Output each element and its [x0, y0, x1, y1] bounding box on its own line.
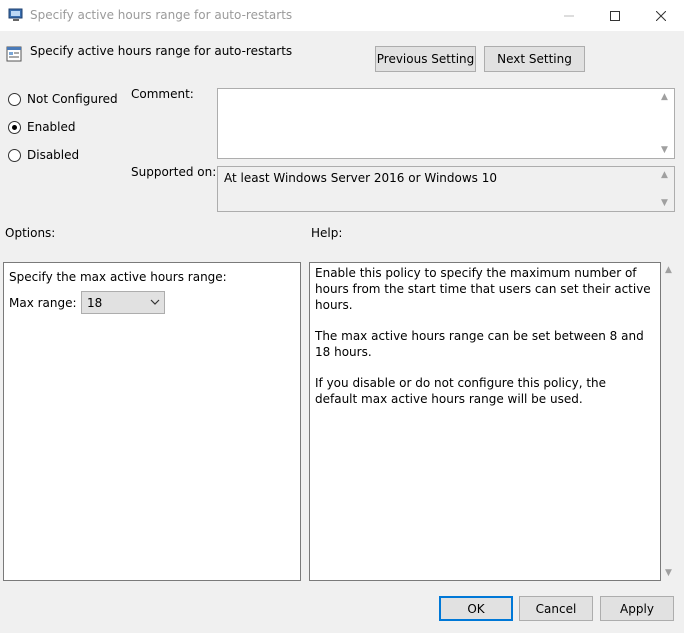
- comment-scrollbar[interactable]: ▲ ▼: [657, 89, 674, 158]
- minimize-icon: [564, 15, 574, 16]
- radio-enabled[interactable]: Enabled: [8, 119, 76, 135]
- help-paragraph: If you disable or do not configure this …: [315, 376, 607, 406]
- supported-on-label: Supported on:: [131, 165, 217, 179]
- help-text: Enable this policy to specify the maximu…: [315, 265, 651, 422]
- window-title: Specify active hours range for auto-rest…: [30, 8, 293, 22]
- help-paragraph: Enable this policy to specify the maximu…: [315, 266, 651, 312]
- supported-on-value: At least Windows Server 2016 or Windows …: [224, 171, 497, 185]
- radio-not-configured[interactable]: Not Configured: [8, 91, 118, 107]
- max-range-dropdown[interactable]: 18: [81, 291, 165, 314]
- options-heading: Specify the max active hours range:: [9, 270, 227, 284]
- chevron-down-icon: [150, 296, 160, 310]
- radio-enabled-circle[interactable]: [8, 120, 21, 134]
- maximize-button[interactable]: [592, 0, 638, 31]
- scroll-down-icon[interactable]: ▼: [661, 145, 668, 155]
- maximize-icon: [610, 10, 620, 21]
- radio-disabled[interactable]: Disabled: [8, 147, 79, 163]
- previous-setting-button[interactable]: Previous Setting: [375, 46, 476, 72]
- help-label: Help:: [311, 226, 343, 240]
- scroll-up-icon[interactable]: ▲: [661, 170, 668, 180]
- max-range-label: Max range:: [9, 296, 77, 310]
- next-setting-button[interactable]: Next Setting: [484, 46, 585, 72]
- supported-on-box: At least Windows Server 2016 or Windows …: [217, 166, 675, 212]
- scroll-down-icon[interactable]: ▼: [661, 198, 668, 208]
- policy-name: Specify active hours range for auto-rest…: [30, 44, 293, 58]
- supported-scrollbar[interactable]: ▲ ▼: [657, 167, 674, 211]
- options-label: Options:: [5, 226, 56, 240]
- comment-label: Comment:: [131, 87, 194, 101]
- comment-textarea[interactable]: ▲ ▼: [217, 88, 675, 159]
- radio-disabled-label: Disabled: [27, 148, 80, 162]
- close-button[interactable]: [638, 0, 684, 31]
- title-bar: Specify active hours range for auto-rest…: [0, 0, 684, 31]
- cancel-button[interactable]: Cancel: [519, 596, 593, 621]
- help-paragraph: The max active hours range can be set be…: [315, 329, 644, 359]
- max-range-value: 18: [87, 296, 103, 310]
- radio-not-configured-circle[interactable]: [8, 92, 21, 106]
- help-scrollbar[interactable]: ▲ ▼: [661, 262, 678, 581]
- scroll-down-icon[interactable]: ▼: [665, 568, 672, 578]
- radio-not-configured-label: Not Configured: [27, 92, 118, 106]
- policy-setting-icon: [6, 46, 22, 62]
- options-pane: Specify the max active hours range: Max …: [3, 262, 301, 581]
- help-pane: Enable this policy to specify the maximu…: [309, 262, 661, 581]
- radio-enabled-label: Enabled: [27, 120, 76, 134]
- apply-button[interactable]: Apply: [600, 596, 674, 621]
- minimize-button[interactable]: [546, 0, 592, 31]
- group-policy-icon: [8, 8, 24, 22]
- ok-button[interactable]: OK: [439, 596, 513, 621]
- scroll-up-icon[interactable]: ▲: [661, 92, 668, 102]
- scroll-up-icon[interactable]: ▲: [665, 265, 672, 275]
- radio-disabled-circle[interactable]: [8, 148, 21, 162]
- close-icon: [656, 10, 666, 21]
